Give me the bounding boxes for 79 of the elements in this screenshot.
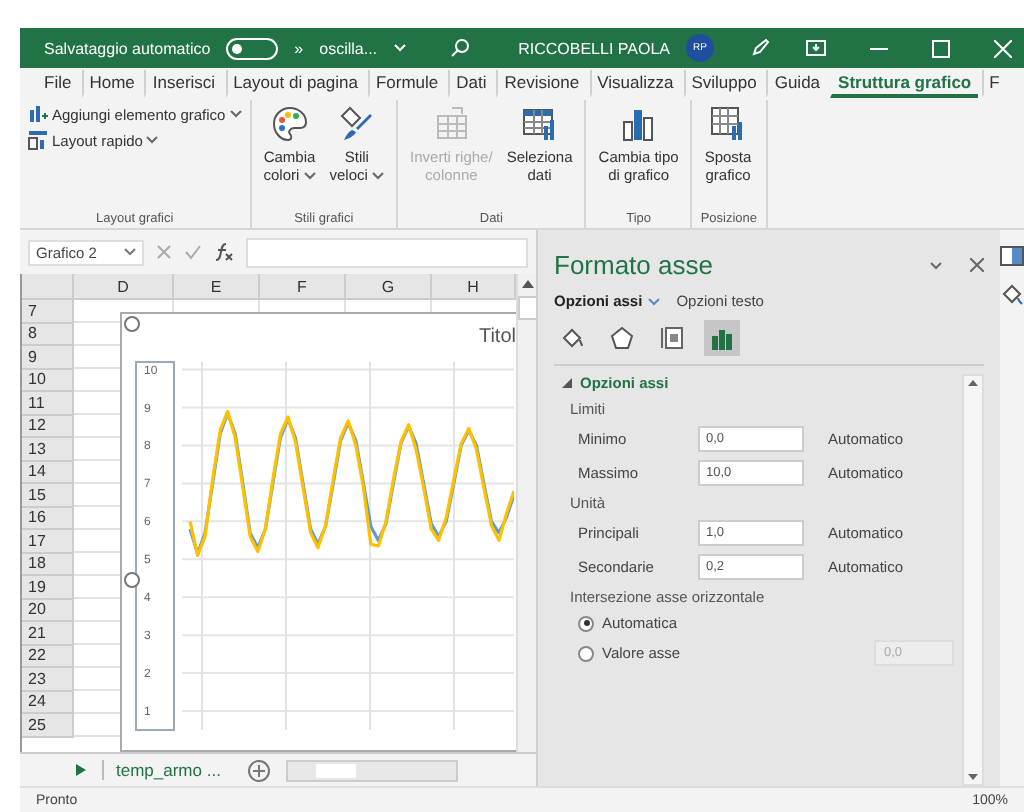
pen-icon[interactable]: [750, 38, 770, 58]
bar-chart-icon: [710, 326, 734, 350]
column-header[interactable]: D: [74, 274, 174, 300]
ribbon-tab[interactable]: Guida: [766, 70, 827, 98]
column-header[interactable]: G: [346, 274, 432, 300]
ribbon-tab[interactable]: File: [36, 70, 78, 98]
row-header[interactable]: 9: [22, 346, 74, 369]
search-icon[interactable]: [449, 38, 470, 58]
ribbon-tab[interactable]: F: [981, 70, 1006, 98]
resize-handle[interactable]: [124, 572, 140, 588]
ribbon-tab[interactable]: Visualizza: [589, 70, 680, 98]
paint-bucket-icon: [560, 326, 584, 350]
row-header[interactable]: 16: [22, 507, 74, 530]
file-name[interactable]: oscilla...: [319, 39, 378, 57]
ribbon-display-icon[interactable]: [806, 40, 826, 56]
row-header[interactable]: 20: [22, 599, 74, 622]
paint-bucket-icon[interactable]: [1000, 282, 1024, 306]
pane-icon-tab[interactable]: [704, 320, 740, 356]
resize-handle[interactable]: [124, 316, 140, 332]
autosave-label: Salvataggio automatico: [44, 39, 211, 57]
row-header[interactable]: 19: [22, 576, 74, 599]
column-header[interactable]: E: [174, 274, 260, 300]
ribbon-tab[interactable]: Revisione: [496, 70, 586, 98]
formula-field[interactable]: [246, 237, 528, 267]
table-switch-icon: [431, 104, 472, 144]
column-header[interactable]: F: [260, 274, 346, 300]
sheet-tab[interactable]: temp_armo ...: [102, 760, 233, 780]
row-header[interactable]: 14: [22, 461, 74, 484]
row-header[interactable]: 7: [22, 300, 74, 323]
scroll-up-icon[interactable]: [968, 380, 978, 386]
row-header[interactable]: 17: [22, 530, 74, 553]
row-header[interactable]: 23: [22, 668, 74, 691]
row-header[interactable]: 8: [22, 323, 74, 346]
ribbon-tab[interactable]: Inserisci: [144, 70, 222, 98]
next-sheet-icon[interactable]: [76, 764, 86, 776]
function-icon[interactable]: [214, 242, 234, 262]
row-header[interactable]: 11: [22, 392, 74, 415]
row-header[interactable]: 10: [22, 369, 74, 392]
ribbon-tab[interactable]: Home: [81, 70, 141, 98]
ribbon-tab[interactable]: Dati: [448, 70, 493, 98]
chevron-down-icon: [648, 297, 661, 305]
row-header[interactable]: 15: [22, 484, 74, 507]
panel-icon[interactable]: [1000, 246, 1024, 266]
row-header[interactable]: 25: [22, 714, 74, 737]
chevron-down-icon: [393, 44, 406, 52]
radio-button[interactable]: [578, 645, 594, 661]
close-icon[interactable]: [970, 258, 984, 272]
check-icon[interactable]: [184, 244, 202, 260]
ribbon-tab[interactable]: Sviluppo: [683, 70, 763, 98]
pentagon-icon: [610, 326, 634, 350]
ribbon-tab[interactable]: Formule: [367, 70, 445, 98]
ribbon-tab[interactable]: Layout di pagina: [225, 70, 364, 98]
pane-title: Formato asse: [554, 250, 715, 280]
row-header[interactable]: 13: [22, 438, 74, 461]
user-name: RICCOBELLI PAOLA: [518, 39, 670, 57]
more-commands[interactable]: »: [294, 39, 304, 57]
vertical-scrollbar[interactable]: [962, 374, 984, 786]
column-header[interactable]: H: [432, 274, 516, 300]
row-header[interactable]: 21: [22, 622, 74, 645]
row-header[interactable]: 24: [22, 691, 74, 714]
row-header[interactable]: 12: [22, 415, 74, 438]
layout-icon: [28, 130, 48, 150]
chart-title: Titol: [478, 326, 516, 348]
chevron-down-icon: [930, 261, 942, 269]
scroll-down-icon[interactable]: [968, 774, 978, 780]
autosave-toggle[interactable]: [226, 37, 279, 59]
add-sheet-icon[interactable]: [248, 759, 271, 781]
scroll-up-icon[interactable]: [522, 280, 534, 288]
size-properties-icon: [660, 326, 684, 350]
collapse-icon: [562, 378, 572, 388]
radio-button[interactable]: [578, 615, 594, 631]
chart-add-icon: [28, 104, 48, 124]
row-header[interactable]: 18: [22, 553, 74, 576]
vertical-scrollbar[interactable]: [516, 274, 538, 752]
scroll-thumb[interactable]: [518, 296, 538, 320]
chevron-down-icon: [124, 248, 136, 256]
horizontal-scrollbar[interactable]: [286, 759, 459, 781]
row-header[interactable]: 22: [22, 645, 74, 668]
maximize-icon[interactable]: [932, 39, 950, 57]
